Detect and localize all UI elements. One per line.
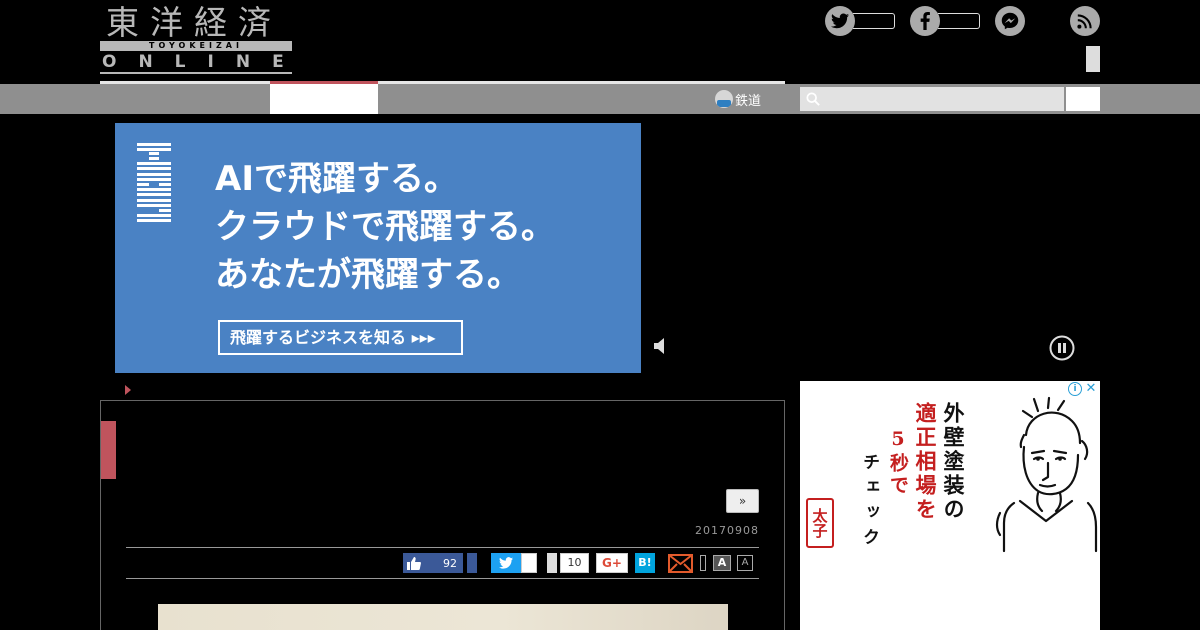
twitter-icon[interactable]	[825, 6, 855, 36]
ad-headline-1: AIで飛躍する。	[215, 159, 458, 199]
font-size-small-button[interactable]: A	[737, 555, 753, 571]
mute-icon[interactable]	[654, 337, 668, 355]
tweet-button[interactable]	[491, 553, 521, 573]
side-ad-text-1: 外壁塗装の	[941, 402, 966, 522]
mail-icon[interactable]	[668, 554, 693, 573]
twitter-follow[interactable]	[825, 6, 895, 36]
ad-cta-button[interactable]: 飛躍するビジネスを知る ▸▸▸	[218, 320, 463, 355]
article-panel	[100, 400, 785, 630]
nav-item-railway-label: 鉄道	[735, 93, 762, 109]
facebook-like[interactable]	[910, 6, 980, 36]
category-marker	[101, 421, 116, 479]
ad-info-icon[interactable]: i	[1068, 382, 1082, 396]
side-ad-seal: 太子	[806, 498, 834, 548]
header-menu-toggle[interactable]	[1086, 46, 1100, 72]
print-button[interactable]	[700, 555, 706, 571]
logo-online: ONLINE	[102, 52, 306, 72]
side-ad-text-2: 適正相場を	[913, 402, 938, 522]
facebook-share-button[interactable]	[467, 553, 477, 573]
ad-headline-2: クラウドで飛躍する。	[215, 207, 555, 247]
font-size-large-button[interactable]: A	[713, 555, 731, 571]
pause-icon[interactable]	[1049, 335, 1075, 361]
thumbs-up-icon	[407, 556, 421, 570]
logo-band: TOYOKEIZAI	[100, 41, 292, 51]
side-ad-text-3: 5秒で	[887, 428, 909, 497]
gplus-count: 10	[560, 553, 589, 573]
share-rule-bottom	[126, 578, 759, 579]
facebook-icon[interactable]	[910, 6, 940, 36]
search-button[interactable]	[1066, 87, 1100, 111]
nav-tab-active[interactable]	[270, 84, 378, 114]
rss-icon[interactable]	[1070, 6, 1100, 36]
site-logo[interactable]: 東洋経済 TOYOKEIZAI ONLINE	[100, 3, 296, 74]
tweet-count	[521, 553, 537, 573]
breadcrumb-arrow-icon	[125, 385, 131, 395]
article-photo	[158, 604, 728, 630]
facebook-like-count: 92	[443, 556, 457, 570]
search-icon	[806, 92, 820, 106]
share-stub	[547, 553, 557, 573]
ad-headline-3: あなたが飛躍する。	[215, 255, 521, 295]
messenger-icon[interactable]	[995, 6, 1025, 36]
messenger-share[interactable]	[995, 6, 1025, 36]
rss-link[interactable]	[1070, 6, 1100, 36]
hatena-bookmark-button[interactable]: B!	[635, 553, 655, 573]
gplus-button[interactable]: G+	[596, 553, 628, 573]
twitter-follow-count	[853, 13, 895, 29]
train-icon	[715, 90, 733, 108]
article-date: 20170908	[695, 524, 759, 537]
ad-banner[interactable]: AIで飛躍する。 クラウドで飛躍する。 あなたが飛躍する。 飛躍するビジネスを知…	[115, 123, 641, 373]
more-button[interactable]: »	[726, 489, 759, 513]
prince-portrait-illustration	[995, 396, 1098, 553]
ibm-logo	[137, 143, 171, 222]
facebook-like-button[interactable]: 92	[403, 553, 463, 573]
share-rule-top	[126, 547, 759, 548]
twitter-bird-icon	[499, 557, 513, 569]
side-ad-text-4: チェック	[859, 453, 879, 553]
search-input[interactable]	[800, 87, 1064, 111]
logo-underline	[100, 72, 292, 74]
nav-item-railway[interactable]: 鉄道	[715, 84, 761, 114]
facebook-like-count	[938, 13, 980, 29]
logo-kanji: 東洋経済	[106, 3, 282, 42]
